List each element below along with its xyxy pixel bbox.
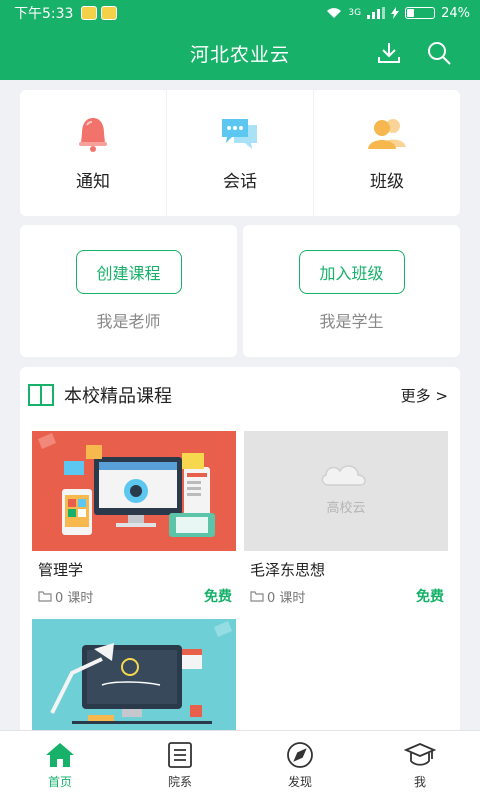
section-title: 本校精品课程 xyxy=(64,386,172,407)
course-thumbnail xyxy=(32,431,236,551)
create-course-button[interactable]: 创建课程 xyxy=(75,250,182,294)
quick-item-label: 班级 xyxy=(370,171,404,192)
course-illustration xyxy=(50,621,232,724)
chat-icon xyxy=(222,118,257,149)
placeholder-label: 高校云 xyxy=(326,501,366,516)
course-card[interactable] xyxy=(32,619,236,739)
search-icon xyxy=(428,42,451,65)
document-icon xyxy=(168,742,192,768)
download-icon xyxy=(378,43,400,63)
users-icon xyxy=(368,118,406,149)
nav-item-me[interactable]: 我 xyxy=(360,731,480,800)
graduation-cap-icon xyxy=(404,743,436,766)
student-subtitle: 我是学生 xyxy=(319,312,384,331)
quick-actions-card: 通知 会话 班级 xyxy=(20,90,460,216)
book-icon xyxy=(28,384,54,406)
quick-item-label: 会话 xyxy=(223,171,257,192)
nav-label: 院系 xyxy=(167,775,192,789)
quick-item-chat[interactable]: 会话 xyxy=(167,90,314,216)
course-price: 免费 xyxy=(416,589,444,605)
join-class-button[interactable]: 加入班级 xyxy=(298,250,405,294)
download-button[interactable] xyxy=(374,38,404,68)
quick-item-label: 通知 xyxy=(76,171,110,192)
teacher-subtitle: 我是老师 xyxy=(96,312,161,331)
nav-item-discover[interactable]: 发现 xyxy=(240,731,360,800)
app-notification-icon xyxy=(101,6,118,20)
more-link[interactable]: 更多 > xyxy=(401,385,448,406)
search-button[interactable] xyxy=(424,38,454,68)
course-card[interactable]: 管理学 0 课时 免费 xyxy=(32,431,236,606)
course-card[interactable]: 高校云 毛泽东思想 0 课时 免费 xyxy=(244,431,448,606)
course-illustration xyxy=(38,433,215,537)
course-name: 管理学 xyxy=(38,561,84,579)
featured-courses-section: 本校精品课程 更多 > 管理学 0 课时 免费 高校云 毛泽东思想 0 课时 免… xyxy=(20,367,460,739)
status-right: 3G 24% xyxy=(326,6,470,21)
charging-icon xyxy=(391,7,400,19)
course-lessons: 0 课时 xyxy=(267,590,306,606)
course-name: 毛泽东思想 xyxy=(250,561,326,579)
network-type: 3G xyxy=(348,8,362,18)
status-time: 下午5:33 xyxy=(14,6,74,22)
battery-level: 24% xyxy=(441,5,470,21)
course-meta: 0 课时 免费 xyxy=(32,586,236,606)
nav-label: 我 xyxy=(413,775,426,789)
cloud-icon xyxy=(321,465,366,486)
home-icon xyxy=(46,743,74,767)
course-price: 免费 xyxy=(204,589,232,605)
app-notification-icon xyxy=(81,6,98,20)
app-header: 河北农业云 xyxy=(0,26,480,80)
teacher-card: 创建课程 我是老师 xyxy=(20,225,237,357)
course-lessons: 0 课时 xyxy=(55,590,94,606)
course-thumbnail: 高校云 xyxy=(244,431,448,551)
signal-icon xyxy=(367,7,386,19)
folder-icon xyxy=(38,591,52,602)
quick-item-notice[interactable]: 通知 xyxy=(20,90,167,216)
course-thumbnail xyxy=(32,619,236,739)
course-meta: 0 课时 免费 xyxy=(244,586,448,606)
quick-item-class[interactable]: 班级 xyxy=(314,90,460,216)
wifi-icon xyxy=(327,8,342,18)
folder-icon xyxy=(250,591,264,602)
compass-icon xyxy=(287,742,313,768)
notification-icons xyxy=(81,6,118,20)
student-card: 加入班级 我是学生 xyxy=(243,225,460,357)
page-title: 河北农业云 xyxy=(189,43,290,66)
nav-label: 发现 xyxy=(287,775,312,789)
bottom-nav: 首页 院系 发现 我 xyxy=(0,730,480,800)
battery-icon xyxy=(405,7,436,19)
nav-item-departments[interactable]: 院系 xyxy=(120,731,240,800)
status-bar: 下午5:33 3G 24% xyxy=(0,0,480,26)
bell-icon xyxy=(79,117,107,152)
nav-item-home[interactable]: 首页 xyxy=(0,731,120,800)
section-header: 本校精品课程 更多 > xyxy=(20,367,460,423)
nav-label: 首页 xyxy=(47,775,72,789)
